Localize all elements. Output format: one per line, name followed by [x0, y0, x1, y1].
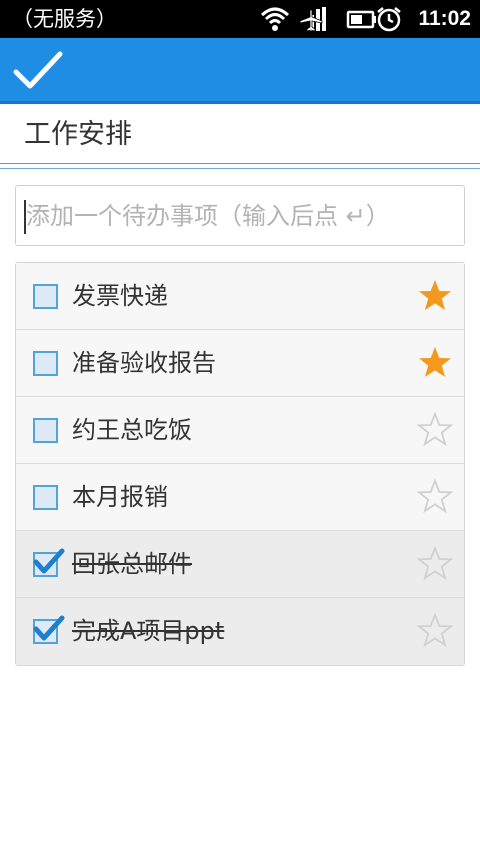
checkbox-unchecked[interactable] — [33, 351, 58, 376]
status-bar: （无服务） 11:02 — [0, 0, 480, 38]
carrier-label: （无服务） — [12, 7, 117, 31]
star-filled-icon[interactable] — [416, 344, 454, 382]
checkmark-icon — [33, 548, 65, 574]
todo-item[interactable]: 本月报销 — [16, 464, 464, 531]
checkbox-unchecked[interactable] — [33, 284, 58, 309]
todo-item[interactable]: 约王总吃饭 — [16, 397, 464, 464]
todo-item[interactable]: 回张总邮件 — [16, 531, 464, 598]
add-todo-input[interactable] — [22, 192, 458, 239]
checkbox-unchecked[interactable] — [33, 418, 58, 443]
todo-item-text: 本月报销 — [72, 483, 168, 511]
todo-item[interactable]: 发票快递 — [16, 263, 464, 330]
star-outline-icon[interactable] — [416, 545, 454, 583]
star-filled-icon[interactable] — [416, 277, 454, 315]
alarm-icon — [377, 7, 401, 32]
page-title: 工作安排 — [24, 119, 132, 150]
todo-item[interactable]: 准备验收报告 — [16, 330, 464, 397]
star-outline-icon[interactable] — [416, 411, 454, 449]
checkmark-icon[interactable] — [10, 46, 66, 96]
list-title-row: 工作安排 — [0, 104, 480, 164]
action-bar — [0, 38, 480, 104]
title-divider — [0, 163, 480, 169]
add-todo-box — [15, 185, 465, 246]
star-outline-icon[interactable] — [416, 612, 454, 650]
airplane-mode-icon — [299, 7, 326, 32]
wifi-icon — [260, 7, 290, 31]
todo-item-text: 回张总邮件 — [72, 550, 192, 578]
todo-item-text: 发票快递 — [72, 282, 168, 310]
checkbox-unchecked[interactable] — [33, 485, 58, 510]
todo-item-text: 准备验收报告 — [72, 349, 216, 377]
todo-item-text: 约王总吃饭 — [72, 416, 192, 444]
checkmark-icon — [33, 615, 65, 641]
status-time: 11:02 — [418, 7, 471, 30]
todo-item[interactable]: 完成A项目ppt — [16, 598, 464, 665]
todo-item-text: 完成A项目ppt — [72, 617, 225, 645]
todo-list: 发票快递准备验收报告 约王总吃饭本月报销回张总邮件完成A项目ppt — [15, 262, 465, 666]
star-outline-icon[interactable] — [416, 478, 454, 516]
